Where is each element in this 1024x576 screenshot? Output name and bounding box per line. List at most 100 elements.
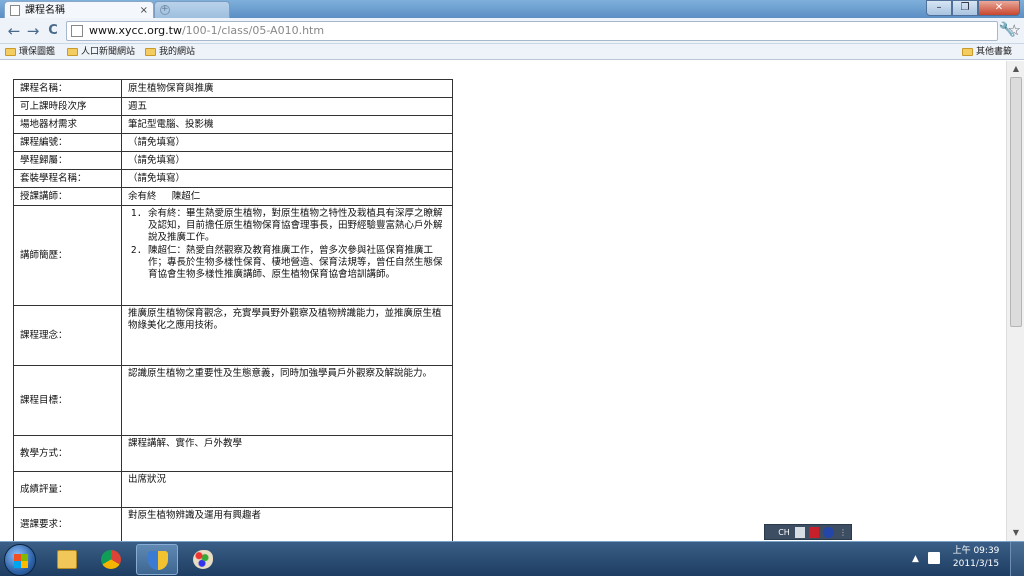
clock[interactable]: 上午 09:39 2011/3/15 <box>948 545 1004 571</box>
taskbar: ▲ 上午 09:39 2011/3/15 <box>0 541 1024 576</box>
ime-input-icon[interactable] <box>809 527 819 538</box>
reload-button[interactable]: C <box>45 22 61 40</box>
table-row: 課程編號： （請免填寫） <box>13 133 453 152</box>
address-bar[interactable]: www.xycc.org.tw/100-1/class/05-A010.htm … <box>66 21 1021 41</box>
table-row: 教學方式： 課程講解、實作、戶外教學 <box>13 435 453 472</box>
chrome-icon <box>101 550 121 569</box>
course-table: 課程名稱： 原生植物保育與推廣 可上課時段次序 週五 場地器材需求 筆記型電腦、… <box>13 79 453 541</box>
folder-icon <box>5 48 16 56</box>
row-label: 場地器材需求 <box>13 115 122 134</box>
row-label: 學程歸屬： <box>13 151 122 170</box>
clock-date: 2011/3/15 <box>952 559 1000 569</box>
row-value: 筆記型電腦、投影機 <box>121 115 453 134</box>
close-tab-icon[interactable]: × <box>140 2 148 19</box>
show-desktop-button[interactable] <box>1010 542 1024 576</box>
taskbar-paint[interactable] <box>182 544 224 575</box>
row-label: 教學方式： <box>13 435 122 472</box>
row-label: 可上課時段次序 <box>13 97 122 116</box>
row-label: 選課要求： <box>13 507 122 541</box>
start-button[interactable] <box>4 544 36 576</box>
url-text[interactable]: www.xycc.org.tw/100-1/class/05-A010.htm <box>89 24 324 37</box>
tab-title: 課程名稱 <box>25 5 65 16</box>
action-center-icon[interactable] <box>928 552 940 564</box>
taskbar-security[interactable] <box>136 544 178 575</box>
page-content: 課程名稱： 原生植物保育與推廣 可上課時段次序 週五 場地器材需求 筆記型電腦、… <box>0 61 1006 541</box>
row-label: 課程名稱： <box>13 79 122 98</box>
scroll-thumb[interactable] <box>1010 77 1022 327</box>
minimize-button[interactable]: – <box>926 0 952 16</box>
show-hidden-icons[interactable]: ▲ <box>912 554 919 564</box>
ime-doc-icon[interactable] <box>795 527 805 538</box>
row-value: 推廣原生植物保育觀念，充實學員野外觀察及植物辨識能力，並推廣原生植物綠美化之應用… <box>121 305 453 366</box>
new-tab-glyph: + <box>161 4 169 14</box>
wrench-menu-icon[interactable]: 🔧 <box>999 22 1016 38</box>
page-icon <box>71 25 83 37</box>
table-row: 課程理念： 推廣原生植物保育觀念，充實學員野外觀察及植物辨識能力，並推廣原生植物… <box>13 305 453 366</box>
row-label: 講師簡歷： <box>13 205 122 306</box>
other-bookmarks[interactable]: 其他書籤 <box>962 45 1012 59</box>
tab-new[interactable]: + <box>154 1 230 18</box>
browser-toolbar: ← → C www.xycc.org.tw/100-1/class/05-A01… <box>0 18 1024 44</box>
back-button[interactable]: ← <box>6 22 22 40</box>
bookmark-item[interactable]: 人口新聞網站 <box>67 45 135 59</box>
ime-language-bar[interactable]: CH ⋮ <box>764 524 852 540</box>
other-bookmarks-label: 其他書籤 <box>976 47 1013 57</box>
shield-icon <box>148 551 168 570</box>
scroll-down-icon[interactable]: ▼ <box>1009 526 1023 540</box>
window-controls: – ❐ ✕ <box>926 0 1020 16</box>
help-icon[interactable] <box>823 527 834 538</box>
table-row: 選課要求： 對原生植物辨識及運用有興趣者 <box>13 507 453 541</box>
row-label: 課程目標： <box>13 365 122 436</box>
row-label: 成績評量： <box>13 471 122 508</box>
maximize-button[interactable]: ❐ <box>952 0 978 16</box>
row-value: （請免填寫） <box>121 169 453 188</box>
table-row: 成績評量： 出席狀況 <box>13 471 453 508</box>
row-value: 對原生植物辨識及運用有興趣者 <box>121 507 453 541</box>
table-row: 講師簡歷： 余有終：畢生熱愛原生植物，對原生植物之特性及栽植具有深厚之瞭解及認知… <box>13 205 453 306</box>
list-item: 陳超仁：熱愛自然觀察及教育推廣工作，曾多次參與社區保育推廣工作；專長於生物多樣性… <box>148 245 446 281</box>
tab-course[interactable]: 課程名稱 × <box>4 1 154 18</box>
table-row: 課程目標： 認識原生植物之重要性及生態意義，同時加強學員戶外觀察及解說能力。 <box>13 365 453 436</box>
folder-icon <box>57 550 77 569</box>
url-path: /100-1/class/05-A010.htm <box>181 24 325 37</box>
row-label: 套裝學程名稱： <box>13 169 122 188</box>
table-row: 學程歸屬： （請免填寫） <box>13 151 453 170</box>
row-value: 原生植物保育與推廣 <box>121 79 453 98</box>
ime-mode[interactable]: CH <box>777 527 791 538</box>
ime-options-icon[interactable]: ⋮ <box>839 527 847 538</box>
table-row: 套裝學程名稱： （請免填寫） <box>13 169 453 188</box>
table-row: 課程名稱： 原生植物保育與推廣 <box>13 79 453 98</box>
row-value: （請免填寫） <box>121 133 453 152</box>
bookmark-label: 我的網站 <box>159 47 196 57</box>
row-value: 課程講解、實作、戶外教學 <box>121 435 453 472</box>
table-row: 授課講師： 余有終 陳超仁 <box>13 187 453 206</box>
row-label: 課程理念： <box>13 305 122 366</box>
bookmark-label: 環保圖鑑 <box>19 47 56 57</box>
close-window-button[interactable]: ✕ <box>978 0 1020 16</box>
paint-palette-icon <box>193 550 213 569</box>
title-bar: 課程名稱 × + – ❐ ✕ <box>0 0 1024 18</box>
page-icon <box>10 5 20 16</box>
table-row: 可上課時段次序 週五 <box>13 97 453 116</box>
taskbar-explorer[interactable] <box>46 544 88 575</box>
bio-list: 余有終：畢生熱愛原生植物，對原生植物之特性及栽植具有深厚之瞭解及認知，目前擔任原… <box>128 208 446 281</box>
bookmark-item[interactable]: 我的網站 <box>145 45 195 59</box>
row-label: 課程編號： <box>13 133 122 152</box>
table-row: 場地器材需求 筆記型電腦、投影機 <box>13 115 453 134</box>
folder-icon <box>145 48 156 56</box>
taskbar-chrome[interactable] <box>90 544 132 575</box>
page-scrollbar[interactable]: ▲ ▼ <box>1006 61 1024 541</box>
windows-logo-icon <box>14 554 28 568</box>
clock-time: 上午 09:39 <box>952 546 1000 556</box>
row-value: 認識原生植物之重要性及生態意義，同時加強學員戶外觀察及解說能力。 <box>121 365 453 436</box>
row-value: 余有終 陳超仁 <box>121 187 453 206</box>
url-host: www.xycc.org.tw <box>89 24 182 37</box>
row-value: 出席狀況 <box>121 471 453 508</box>
bookmarks-bar: 環保圖鑑 人口新聞網站 我的網站 其他書籤 <box>0 44 1024 60</box>
bookmark-label: 人口新聞網站 <box>81 47 136 57</box>
row-label: 授課講師： <box>13 187 122 206</box>
forward-button[interactable]: → <box>25 22 41 40</box>
bookmark-item[interactable]: 環保圖鑑 <box>5 45 55 59</box>
folder-icon <box>962 48 973 56</box>
scroll-up-icon[interactable]: ▲ <box>1009 62 1023 76</box>
